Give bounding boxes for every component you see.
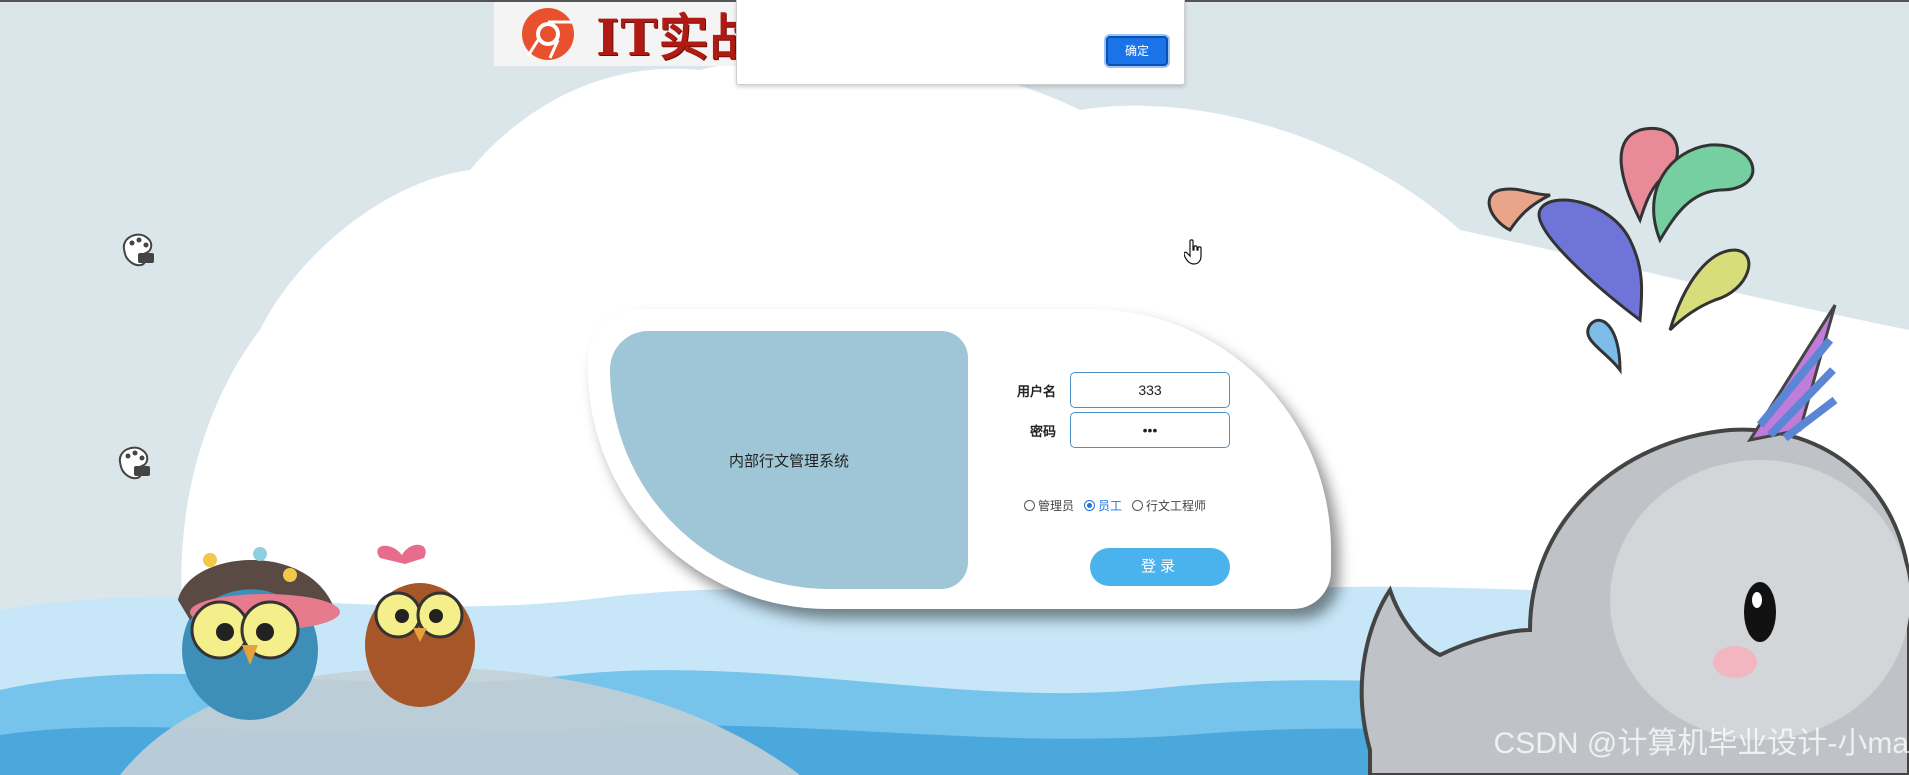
whale-illustration [1359,304,1909,775]
password-input[interactable]: ••• [1070,412,1230,448]
radio-circle-icon[interactable] [1024,500,1035,511]
radio-circle-checked-icon[interactable] [1084,500,1096,511]
palette-icon [122,233,154,267]
role-label-engineer: 行文工程师 [1146,499,1207,513]
username-label: 用户名 [1016,383,1056,399]
system-title: 内部行文管理系统 [728,452,849,470]
owls-illustration [178,544,475,720]
role-label-admin: 管理员 [1038,499,1075,513]
role-radio-employee[interactable]: 员工 [1084,497,1122,514]
role-radio-engineer[interactable]: 行文工程师 [1132,497,1206,514]
alert-dialog: 确定 [736,0,1185,85]
username-row: 用户名 333 [1008,372,1230,408]
hand-cursor-icon [1184,239,1202,265]
role-radio-admin[interactable]: 管理员 [1024,497,1074,514]
radio-circle-icon[interactable] [1132,500,1144,511]
palette-icon [118,446,150,480]
chrome-like-logo-icon [522,8,574,60]
role-radio-group: 管理员 员工 行文工程师 [1024,497,1206,514]
password-label: 密码 [1029,423,1056,439]
login-card: 内部行文管理系统 用户名 333 密码 ••• 管理员 员工 行文工程师 登录 [588,309,1331,609]
alert-ok-button[interactable]: 确定 [1106,36,1168,66]
password-row: 密码 ••• [1008,412,1230,448]
username-input[interactable]: 333 [1070,372,1230,408]
login-button[interactable]: 登录 [1090,548,1230,586]
role-label-employee: 员工 [1098,499,1123,513]
watermark-text: CSDN @计算机毕业设计-小ma [1493,727,1909,760]
